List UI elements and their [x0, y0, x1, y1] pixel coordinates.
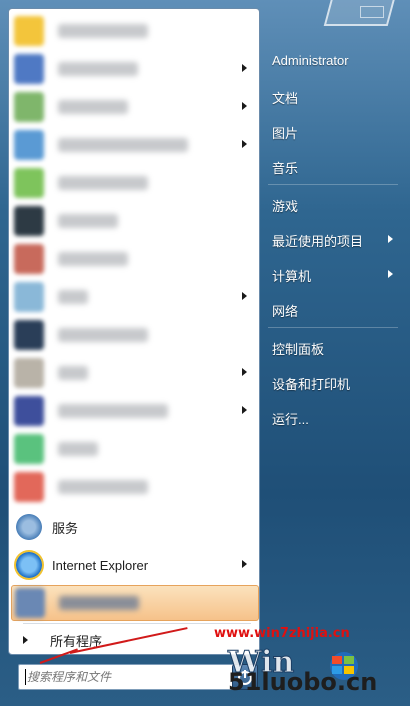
glass-glint-decoration-small: [360, 6, 384, 18]
right-item-devices-printers[interactable]: 设备和打印机: [272, 374, 350, 393]
program-label-blurred: [58, 252, 128, 266]
program-item[interactable]: [11, 51, 257, 87]
program-icon: [14, 244, 44, 274]
program-icon: [14, 434, 44, 464]
program-item[interactable]: [11, 279, 257, 315]
program-label-blurred: [58, 100, 128, 114]
program-item[interactable]: [11, 431, 257, 467]
program-internet-explorer[interactable]: Internet Explorer: [11, 547, 257, 583]
program-label-blurred: [58, 480, 148, 494]
recent-submenu-arrow-icon[interactable]: [388, 235, 393, 243]
program-item[interactable]: [11, 13, 257, 49]
right-item-network[interactable]: 网络: [272, 301, 298, 320]
program-services-label: 服务: [52, 520, 79, 536]
program-label-blurred: [58, 328, 148, 342]
expand-arrow-icon: [23, 636, 28, 644]
program-icon: [14, 206, 44, 236]
program-item[interactable]: [11, 89, 257, 125]
watermark-brand-text: 51luobo.cn: [228, 668, 378, 696]
program-item[interactable]: [11, 393, 257, 429]
program-item[interactable]: [11, 317, 257, 353]
program-icon: [14, 358, 44, 388]
program-label-blurred: [58, 442, 98, 456]
program-icon: [14, 472, 44, 502]
submenu-arrow-icon[interactable]: [242, 292, 247, 300]
right-item-games[interactable]: 游戏: [272, 196, 298, 215]
submenu-arrow-icon[interactable]: [242, 368, 247, 376]
programs-separator: [23, 623, 251, 624]
submenu-arrow-icon[interactable]: [242, 64, 247, 72]
program-item[interactable]: [11, 469, 257, 505]
program-item[interactable]: [11, 203, 257, 239]
submenu-arrow-icon[interactable]: [242, 140, 247, 148]
submenu-arrow-icon[interactable]: [242, 560, 247, 568]
right-item-recent[interactable]: 最近使用的项目: [272, 231, 363, 250]
program-icon: [14, 54, 44, 84]
right-separator: [268, 327, 398, 328]
program-label-blurred: [58, 214, 118, 228]
submenu-arrow-icon[interactable]: [242, 102, 247, 110]
program-label-blurred: [58, 366, 88, 380]
program-services[interactable]: 服务: [11, 509, 257, 545]
highlighted-program-icon: [15, 588, 45, 618]
program-icon: [14, 16, 44, 46]
program-item[interactable]: [11, 355, 257, 391]
program-item[interactable]: [11, 165, 257, 201]
programs-pane: 服务 Internet Explorer 所有程序: [8, 8, 260, 655]
program-label-blurred: [58, 176, 148, 190]
right-item-pictures[interactable]: 图片: [272, 123, 298, 142]
program-label-blurred: [58, 62, 138, 76]
gears-icon: [14, 512, 44, 542]
program-icon: [14, 282, 44, 312]
program-icon: [14, 396, 44, 426]
program-label-blurred: [58, 138, 188, 152]
right-separator: [268, 184, 398, 185]
program-icon: [14, 320, 44, 350]
right-item-computer[interactable]: 计算机: [272, 266, 311, 285]
right-item-documents[interactable]: 文档: [272, 88, 298, 107]
right-item-music[interactable]: 音乐: [272, 158, 298, 177]
search-input[interactable]: [19, 665, 229, 689]
program-label-blurred: [58, 290, 88, 304]
program-item[interactable]: [11, 127, 257, 163]
program-label-blurred: [58, 24, 148, 38]
right-item-control-panel[interactable]: 控制面板: [272, 339, 324, 358]
computer-submenu-arrow-icon[interactable]: [388, 270, 393, 278]
program-item[interactable]: [11, 241, 257, 277]
internet-explorer-icon: [14, 550, 44, 580]
watermark-brand: Win 51luobo.cn: [226, 638, 406, 698]
program-highlighted[interactable]: [11, 585, 259, 621]
program-icon: [14, 168, 44, 198]
right-item-run[interactable]: 运行...: [272, 409, 309, 428]
submenu-arrow-icon[interactable]: [242, 406, 247, 414]
search-box[interactable]: [18, 664, 250, 690]
program-icon: [14, 130, 44, 160]
text-cursor: [25, 669, 26, 685]
program-internet-explorer-label: Internet Explorer: [52, 557, 149, 573]
program-icon: [14, 92, 44, 122]
highlighted-program-label-blurred: [59, 596, 139, 610]
program-label-blurred: [58, 404, 168, 418]
right-item-user[interactable]: Administrator: [272, 53, 349, 68]
